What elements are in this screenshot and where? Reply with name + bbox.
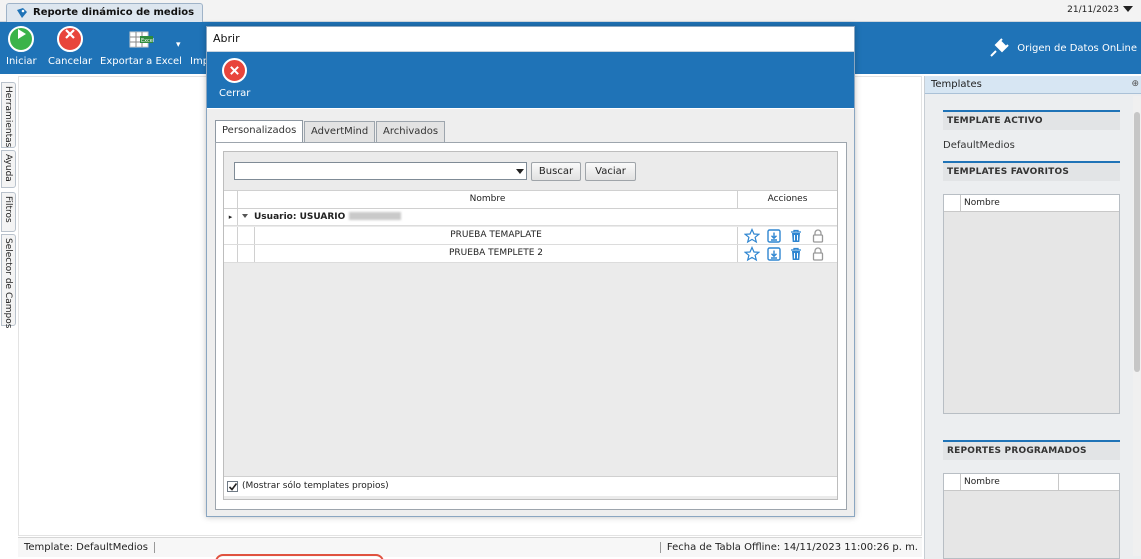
templates-panel-scrollbar[interactable] <box>1133 96 1141 556</box>
load-icon[interactable] <box>766 246 782 262</box>
vaciar-button[interactable]: Vaciar <box>585 162 636 181</box>
redacted-username <box>349 212 402 220</box>
favoritos-grid[interactable]: Nombre <box>943 194 1120 414</box>
buscar-button[interactable]: Buscar <box>531 162 581 181</box>
vtab-selector-campos[interactable]: Selector de Campos <box>1 234 16 329</box>
vtab-ayuda[interactable]: Ayuda <box>1 150 16 188</box>
doc-tab-label: Reporte dinámico de medios <box>33 7 195 18</box>
col-nombre[interactable]: Nombre <box>238 191 738 208</box>
vtab-selector-label: Selector de Campos <box>3 238 13 329</box>
mostrar-propios-checkbox[interactable] <box>227 481 238 492</box>
doc-tab-reporte[interactable]: Reporte dinámico de medios <box>6 3 204 22</box>
templates-list-container: Buscar Vaciar Nombre Acciones ▸ Usuario:… <box>223 151 838 500</box>
table-row[interactable]: PRUEBA TEMPLETE 2 <box>224 245 837 263</box>
plug-icon <box>990 38 1009 57</box>
cancelar-button[interactable]: Cancelar <box>48 26 92 67</box>
cancel-icon <box>57 26 84 52</box>
status-template: Template: DefaultMedios <box>24 542 155 553</box>
grid-header: Nombre Acciones <box>224 190 837 209</box>
col-acciones: Acciones <box>767 194 808 204</box>
reportes-programados-header: REPORTES PROGRAMADOS <box>943 440 1120 460</box>
row-actions <box>743 228 826 244</box>
iniciar-button[interactable]: Iniciar <box>6 26 37 67</box>
personalizados-panel: Buscar Vaciar Nombre Acciones ▸ Usuario:… <box>215 142 847 510</box>
tab-advertmind[interactable]: AdvertMind <box>304 121 375 142</box>
templates-panel-header: Templates <box>925 76 1141 94</box>
templates-panel-title: Templates <box>931 79 982 90</box>
tab-archivados[interactable]: Archivados <box>376 121 445 142</box>
origen-datos-button[interactable]: Origen de Datos OnLine <box>987 36 1137 60</box>
document-tab-strip: Reporte dinámico de medios 21/11/2023 <box>0 0 1141 22</box>
abrir-dialog: Abrir Cerrar Personalizados AdvertMind A… <box>206 26 855 559</box>
date-selector[interactable]: 21/11/2023 <box>1067 5 1133 15</box>
cerrar-label: Cerrar <box>219 88 251 99</box>
template-name: PRUEBA TEMAPLATE <box>255 227 738 244</box>
trash-icon[interactable] <box>788 246 804 262</box>
templates-favoritos-header: TEMPLATES FAVORITOS <box>943 161 1120 181</box>
template-activo-header: TEMPLATE ACTIVO <box>943 110 1120 130</box>
checkmark-icon <box>228 483 238 491</box>
programados-grid[interactable]: Nombre <box>943 473 1120 559</box>
more-dropdown-icon[interactable]: ▾ <box>176 40 181 50</box>
dropdown-arrow-icon <box>1123 6 1133 12</box>
status-bar: Template: DefaultMedios Fecha de Tabla O… <box>18 537 922 557</box>
templates-grid: Nombre Acciones ▸ Usuario: USUARIO PRUEB… <box>224 190 837 496</box>
vtab-herramientas-label: Herramientas <box>3 86 13 148</box>
combo-dropdown-icon[interactable] <box>516 169 524 174</box>
vtab-ayuda-label: Ayuda <box>3 154 13 182</box>
template-activo-value: DefaultMedios <box>943 140 1015 151</box>
star-icon[interactable] <box>743 228 761 244</box>
mostrar-propios-label[interactable]: (Mostrar sólo templates propios) <box>242 481 389 492</box>
svg-text:Excel: Excel <box>141 38 154 44</box>
close-icon <box>222 58 248 83</box>
row-actions <box>743 246 826 262</box>
lock-icon[interactable] <box>810 246 826 262</box>
annotation-highlight <box>215 554 384 559</box>
dialog-title: Abrir <box>207 27 854 52</box>
group-label: Usuario: USUARIO <box>254 212 346 222</box>
table-row[interactable]: PRUEBA TEMAPLATE <box>224 227 837 245</box>
template-name: PRUEBA TEMPLETE 2 <box>255 245 738 262</box>
vtab-herramientas[interactable]: Herramientas <box>1 82 16 148</box>
trash-icon[interactable] <box>788 228 804 244</box>
cerrar-button[interactable]: Cerrar <box>219 58 250 99</box>
cancelar-label: Cancelar <box>48 56 93 67</box>
report-icon <box>17 8 27 18</box>
exportar-excel-label: Exportar a Excel <box>100 56 182 67</box>
templates-panel: Templates ⊕ TEMPLATE ACTIVO DefaultMedio… <box>924 76 1141 559</box>
load-icon[interactable] <box>766 228 782 244</box>
lock-icon[interactable] <box>810 228 826 244</box>
row-indicator-icon: ▸ <box>224 209 238 225</box>
pin-icon[interactable]: ⊕ <box>1131 79 1139 89</box>
origen-label: Origen de Datos OnLine <box>1017 42 1137 54</box>
excel-icon: Excel <box>129 31 154 48</box>
mostrar-propios-row: (Mostrar sólo templates propios) <box>224 476 837 496</box>
star-icon[interactable] <box>743 246 761 262</box>
template-activo-title: TEMPLATE ACTIVO <box>947 116 1043 126</box>
favoritos-col-nombre: Nombre <box>964 198 1000 208</box>
dialog-body: Personalizados AdvertMind Archivados Bus… <box>207 109 854 559</box>
tab-personalizados[interactable]: Personalizados <box>215 120 303 142</box>
collapse-icon[interactable] <box>242 214 248 218</box>
vtab-filtros-label: Filtros <box>3 196 13 223</box>
date-value: 21/11/2023 <box>1067 5 1119 15</box>
reportes-programados-title: REPORTES PROGRAMADOS <box>947 446 1087 456</box>
programados-grid-header: Nombre <box>944 474 1119 491</box>
programados-col-nombre: Nombre <box>961 474 1059 490</box>
group-row-usuario[interactable]: ▸ Usuario: USUARIO <box>224 209 837 226</box>
scrollbar-thumb[interactable] <box>1134 112 1140 372</box>
vtab-filtros[interactable]: Filtros <box>1 192 16 232</box>
status-fecha-offline: Fecha de Tabla Offline: 14/11/2023 11:00… <box>659 542 918 553</box>
templates-favoritos-title: TEMPLATES FAVORITOS <box>947 167 1070 177</box>
favoritos-grid-header: Nombre <box>944 195 1119 212</box>
iniciar-label: Iniciar <box>6 56 37 67</box>
play-icon <box>8 26 35 52</box>
exportar-excel-button[interactable]: Excel Exportar a Excel <box>100 26 182 67</box>
dialog-toolbar: Cerrar <box>207 52 854 108</box>
user-search-combo[interactable] <box>234 162 527 180</box>
